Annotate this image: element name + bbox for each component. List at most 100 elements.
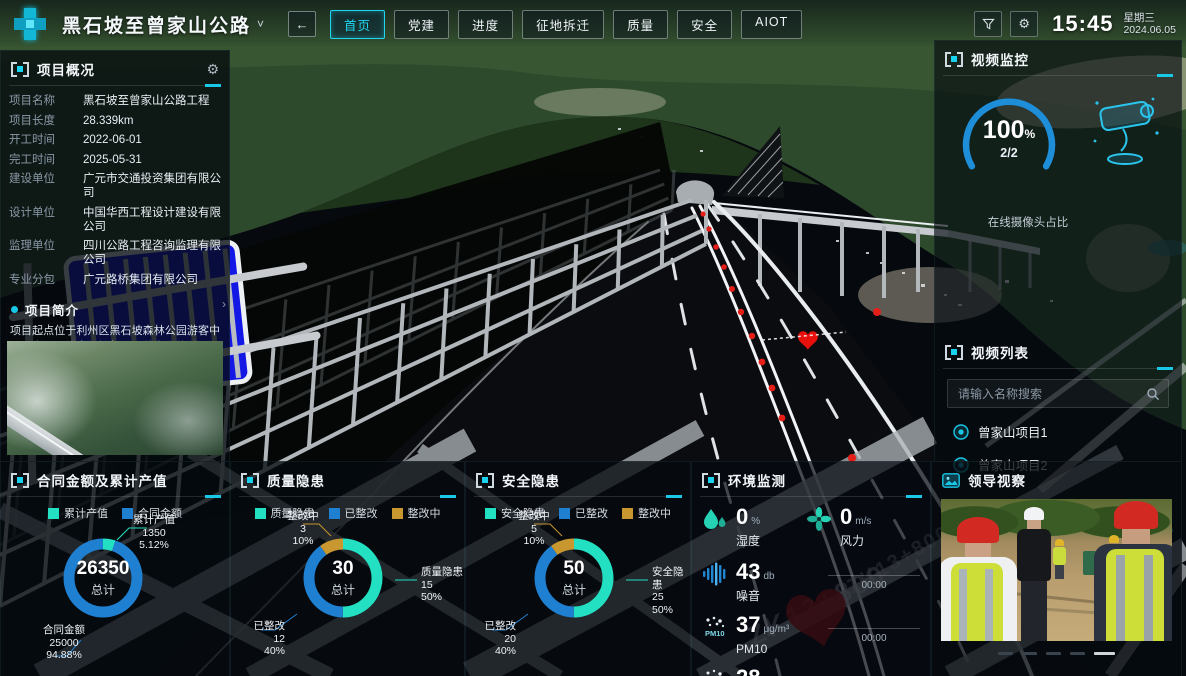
nav-tab[interactable]: 征地拆迁: [522, 10, 604, 39]
top-bar: 黑石坡至曾家山公路 ˅ ← 首页 党建 进度 征地拆迁 质量 安全 AIOT ⚙…: [0, 0, 1186, 48]
panel-collapse-arrow[interactable]: ›: [222, 297, 226, 311]
panel-marker-icon: [11, 473, 29, 488]
field-value: 广元路桥集团有限公司: [83, 273, 221, 287]
legend-swatch: [255, 508, 266, 519]
panel-title: 领导视察: [968, 470, 1026, 490]
dashboard-root: { "icons": { "back": "←", "gear": "⚙", "…: [0, 0, 1186, 676]
panel-marker-icon: [11, 62, 29, 77]
safety-panel: 安全隐患 安全隐患 已整改 整改中 50 总计: [465, 461, 691, 676]
environment-panel: 环境监测 0% 湿度 0m/: [691, 461, 931, 676]
field-label: 建设单位: [9, 172, 83, 200]
nav-tabs: 首页 党建 进度 征地拆迁 质量 安全 AIOT: [330, 10, 802, 39]
nav-tab[interactable]: AIOT: [741, 10, 802, 39]
field-label: 开工时间: [9, 133, 83, 147]
legend-swatch: [392, 508, 403, 519]
field-row: 项目名称 黑石坡至曾家山公路工程: [9, 94, 221, 108]
field-label: 项目长度: [9, 114, 83, 128]
callout-hazard: 质量隐患 15 50%: [421, 566, 463, 604]
inspector-center: [1013, 507, 1055, 641]
settings-button[interactable]: ⚙: [1010, 11, 1038, 37]
project-overview-panel: 项目概况 ⚙ 项目名称 黑石坡至曾家山公路工程 项目长度 28.339km 开工…: [0, 50, 230, 462]
carousel-dash[interactable]: [1022, 652, 1037, 655]
nav-tab[interactable]: 首页: [330, 10, 385, 39]
quality-panel: 质量隐患 质量隐患 已整改 整改中 30 总计: [230, 461, 465, 676]
callout-inprogress: 整改中 3 10%: [273, 510, 333, 548]
callout-fixed: 已整改 20 40%: [466, 620, 516, 658]
field-row: 设计单位 中国华西工程设计建设有限公司: [9, 206, 221, 234]
field-label: 专业分包: [9, 273, 83, 287]
nav-tab[interactable]: 安全: [677, 10, 732, 39]
legend-swatch: [622, 508, 633, 519]
video-search-box: [947, 379, 1169, 408]
callout-fixed: 已整改 12 40%: [233, 620, 285, 658]
field-row: 专业分包 广元路桥集团有限公司: [9, 273, 221, 287]
field-row: 开工时间 2022-06-01: [9, 133, 221, 147]
panel-title: 环境监测: [728, 470, 786, 490]
svg-text:PM10: PM10: [705, 629, 725, 638]
field-label: 完工时间: [9, 153, 83, 167]
legend-swatch: [485, 508, 496, 519]
field-value: 2025-05-31: [83, 153, 221, 167]
field-value: 黑石坡至曾家山公路工程: [83, 94, 221, 108]
carousel-dots: [932, 652, 1181, 655]
wind-icon: [806, 506, 832, 532]
right-column-panel: 视频监控 100% 2/2 在线摄像头占比 视频列表: [934, 40, 1182, 462]
panel-title: 视频列表: [971, 342, 1029, 362]
video-list-item[interactable]: 曾家山项目1: [953, 422, 1181, 441]
humidity-icon: [702, 506, 728, 532]
legend-item: 整改中: [392, 505, 441, 521]
panel-marker-icon: [702, 473, 720, 488]
legend: 质量隐患 已整改 整改中: [231, 505, 464, 521]
panel-title: 合同金额及累计产值: [37, 470, 168, 490]
filter-button[interactable]: [974, 11, 1002, 37]
weekday-label: 星期三: [1123, 12, 1176, 24]
pm10-icon: PM10: [702, 614, 728, 640]
panel-title: 视频监控: [971, 49, 1029, 69]
field-label: 项目名称: [9, 94, 83, 108]
chevron-down-icon[interactable]: ˅: [257, 17, 264, 31]
online-percent: 100: [983, 116, 1025, 144]
page-title: 黑石坡至曾家山公路: [62, 11, 251, 38]
noise-icon: [702, 561, 728, 587]
field-value: 广元市交通投资集团有限公司: [83, 172, 221, 200]
callout-output: 累计产值 1350 5.12%: [119, 514, 189, 552]
callout-inprogress: 整改中 5 10%: [504, 510, 564, 548]
panel-marker-icon: [945, 52, 963, 67]
carousel-dash[interactable]: [1070, 652, 1085, 655]
legend-item: 累计产值: [48, 505, 108, 521]
gauge-caption: 在线摄像头占比: [953, 214, 1103, 230]
carousel-dash[interactable]: [1094, 652, 1115, 655]
nav-tab[interactable]: 进度: [458, 10, 513, 39]
back-button[interactable]: ←: [288, 11, 316, 37]
video-name: 曾家山项目1: [978, 422, 1047, 441]
legend-item: 已整改: [329, 505, 378, 521]
inspection-panel: 领导视察: [931, 461, 1182, 676]
panel-title: 项目概况: [37, 59, 95, 79]
search-icon[interactable]: [1146, 387, 1160, 401]
nav-tab[interactable]: 党建: [394, 10, 449, 39]
camera-dot-icon: [953, 424, 969, 440]
legend: 累计产值 合同金额: [1, 505, 229, 521]
panel-marker-icon: [476, 473, 494, 488]
gear-icon[interactable]: ⚙: [206, 61, 219, 78]
field-value: 中国华西工程设计建设有限公司: [83, 206, 221, 234]
noise-sparkline: 00:00: [828, 575, 920, 591]
field-row: 监理单位 四川公路工程咨询监理有限公司: [9, 239, 221, 267]
pm25-icon: PM2.5: [702, 667, 728, 676]
inspection-photo[interactable]: [941, 499, 1172, 641]
online-ratio: 2/2: [953, 146, 1065, 160]
picture-icon: [942, 473, 960, 488]
field-label: 监理单位: [9, 239, 83, 267]
field-label: 设计单位: [9, 206, 83, 234]
project-photo: [7, 341, 223, 455]
search-input[interactable]: [956, 386, 1146, 402]
project-fields: 项目名称 黑石坡至曾家山公路工程 项目长度 28.339km 开工时间 2022…: [1, 86, 229, 287]
legend: 安全隐患 已整改 整改中: [466, 505, 690, 521]
nav-tab[interactable]: 质量: [613, 10, 668, 39]
section-title: 项目简介: [25, 300, 79, 319]
panel-marker-icon: [241, 473, 259, 488]
carousel-dash[interactable]: [998, 652, 1013, 655]
carousel-dash[interactable]: [1046, 652, 1061, 655]
bullet-icon: [11, 306, 18, 313]
field-row: 项目长度 28.339km: [9, 114, 221, 128]
